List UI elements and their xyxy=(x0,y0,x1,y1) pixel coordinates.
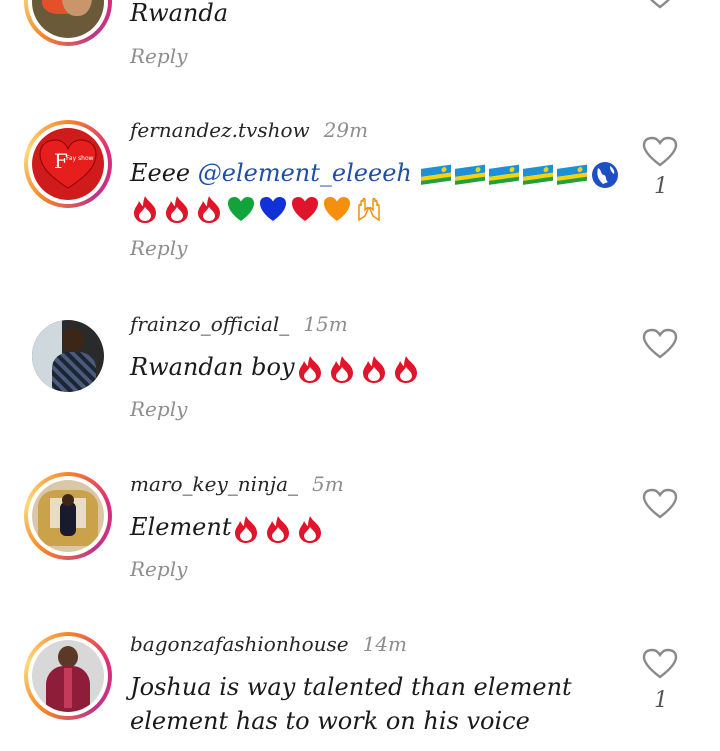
comment-text-prefix: Eeee xyxy=(130,159,198,187)
username-text[interactable]: maro_key_ninja_ xyxy=(130,472,298,496)
heart-icon[interactable] xyxy=(642,328,678,360)
avatar[interactable] xyxy=(24,632,112,720)
avatar[interactable] xyxy=(24,0,112,46)
fire-emoji xyxy=(298,355,321,383)
raised-hands-emoji xyxy=(358,197,380,221)
comment-username[interactable]: fernandez.tvshow 29m xyxy=(130,118,368,142)
fire-emoji xyxy=(362,355,385,383)
heart-icon[interactable] xyxy=(642,648,678,680)
heart-logo-icon: F Fay show xyxy=(39,139,97,189)
avatar[interactable] xyxy=(24,472,112,560)
green-heart-emoji xyxy=(228,196,254,221)
reply-button[interactable]: Reply xyxy=(130,236,187,260)
heart-icon[interactable] xyxy=(642,136,678,168)
fire-emoji xyxy=(330,355,353,383)
fire-emoji xyxy=(267,515,290,543)
fire-emoji xyxy=(134,195,156,223)
rwanda-flag-emoji xyxy=(556,164,587,185)
fire-emoji xyxy=(299,515,322,543)
orange-heart-emoji xyxy=(324,196,350,221)
fire-emoji xyxy=(198,195,220,223)
comment-text-body: Rwandan boy xyxy=(130,353,295,381)
avatar[interactable] xyxy=(24,312,112,400)
reply-button[interactable]: Reply xyxy=(130,44,187,68)
comment-text: Joshua is way talented than element elem… xyxy=(130,670,572,738)
comment-username[interactable]: maro_key_ninja_ 5m xyxy=(130,472,344,496)
avatar[interactable]: F Fay show xyxy=(24,120,112,208)
fire-emoji xyxy=(166,195,188,223)
comment-time: 29m xyxy=(323,118,369,142)
username-text[interactable]: frainzo_official_ xyxy=(130,312,289,336)
fire-emoji xyxy=(394,355,417,383)
comment-time: 15m xyxy=(303,312,348,336)
comment-text-line: element has to work on his voice xyxy=(130,707,530,735)
reply-button[interactable]: Reply xyxy=(130,557,187,581)
svg-text:Fay show: Fay show xyxy=(66,155,94,162)
mention-link[interactable]: @element_eleeeh xyxy=(198,159,412,187)
rwanda-flag-emoji xyxy=(522,164,553,185)
heart-icon[interactable] xyxy=(642,0,678,10)
blue-heart-emoji xyxy=(260,196,286,221)
comment-text-body: Element xyxy=(130,513,232,541)
comment-username[interactable]: bagonzafashionhouse 14m xyxy=(130,632,407,656)
comment-text: Element xyxy=(130,510,327,544)
comment-text: Eeee @element_eleeeh xyxy=(130,156,630,224)
reply-button[interactable]: Reply xyxy=(130,397,187,421)
rwanda-flag-emoji xyxy=(488,164,519,185)
comment-text: Rwanda xyxy=(130,0,229,27)
username-text[interactable]: fernandez.tvshow xyxy=(130,118,310,142)
comment-time: 14m xyxy=(362,632,408,656)
like-count: 1 xyxy=(654,688,668,713)
fire-emoji xyxy=(235,515,258,543)
comment-username[interactable]: frainzo_official_ 15m xyxy=(130,312,348,336)
comment-text: Rwandan boy xyxy=(130,350,423,384)
comment-text-line: Joshua is way talented than element xyxy=(130,673,572,701)
username-text[interactable]: bagonzafashionhouse xyxy=(130,632,349,656)
globe-emoji xyxy=(591,161,618,188)
heart-icon[interactable] xyxy=(642,488,678,520)
rwanda-flag-emoji xyxy=(454,164,485,185)
like-count: 1 xyxy=(654,174,668,199)
rwanda-flag-emoji xyxy=(420,164,451,185)
comment-time: 5m xyxy=(312,472,344,496)
red-heart-emoji xyxy=(292,196,318,221)
comments-screen: Rwanda Reply F Fay show fernandez.tvshow… xyxy=(0,0,720,751)
